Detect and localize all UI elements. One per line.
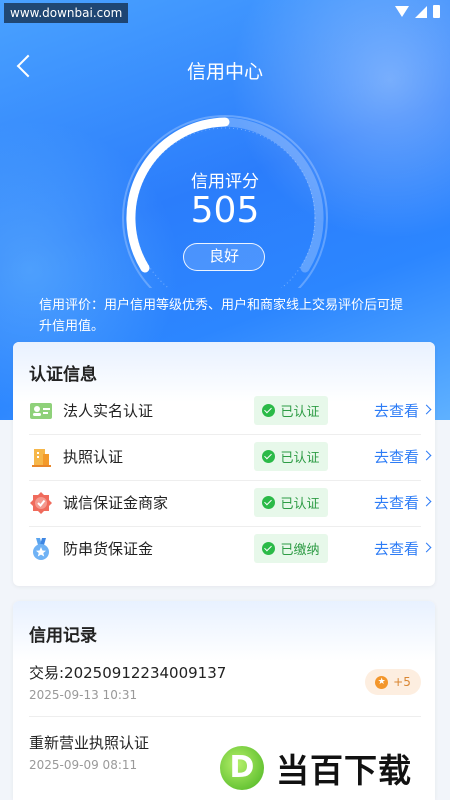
points-badge: ★ +5: [365, 669, 421, 695]
status-bar: www.downbai.com: [0, 0, 450, 26]
record-time: 2025-09-13 10:31: [29, 688, 138, 702]
view-link[interactable]: 去查看: [374, 538, 419, 559]
auth-row-anti-diversion[interactable]: 防串货保证金 已缴纳 去查看: [29, 526, 432, 572]
nav-bar: 信用中心: [0, 44, 450, 94]
brand-text: 当百下载: [276, 751, 412, 790]
chevron-right-icon: [421, 404, 432, 415]
check-icon: [262, 542, 276, 555]
status-icons: [395, 5, 440, 18]
divider: [29, 716, 421, 717]
record-title: 重新营业执照认证: [29, 734, 150, 752]
signal-icon: [415, 5, 427, 18]
auth-label: 法人实名认证: [63, 402, 154, 420]
wifi-icon: [395, 6, 409, 17]
score-description: 信用评价：用户信用等级优秀、用户和商家线上交易评价后可提升信用值。: [39, 298, 404, 334]
chevron-right-icon: [421, 450, 432, 461]
chevron-right-icon: [421, 542, 432, 553]
star-coin-icon: ★: [375, 675, 389, 689]
brand-logo-icon: D: [220, 746, 264, 790]
record-item[interactable]: 交易:20250912234009137 2025-09-13 10:31 ★ …: [29, 659, 421, 715]
id-card-icon: [30, 403, 52, 419]
status-badge: 已认证: [254, 488, 328, 517]
check-icon: [262, 496, 276, 509]
status-badge: 已认证: [254, 396, 328, 425]
auth-row-license[interactable]: 执照认证 已认证 去查看: [29, 434, 432, 481]
score-value: 505: [190, 190, 260, 231]
record-title: 交易:20250912234009137: [29, 664, 227, 682]
watermark-text: www.downbai.com: [4, 3, 129, 23]
auth-info-card: 认证信息 法人实名认证 已认证 去查看 执照认证 已认证 去查看 诚信保证金商家…: [13, 342, 435, 586]
auth-label: 防串货保证金: [63, 540, 154, 558]
view-link[interactable]: 去查看: [374, 492, 419, 513]
auth-row-guarantee[interactable]: 诚信保证金商家 已认证 去查看: [29, 480, 432, 527]
page-title: 信用中心: [186, 61, 263, 83]
guarantee-badge-icon: [30, 492, 52, 514]
brand-watermark: D 当百下载: [220, 740, 450, 796]
score-level-badge: 良好: [183, 243, 265, 271]
auth-row-legal-person[interactable]: 法人实名认证 已认证 去查看: [29, 388, 432, 435]
check-icon: [262, 450, 276, 463]
view-link[interactable]: 去查看: [374, 400, 419, 421]
battery-icon: [433, 5, 440, 18]
section-title: 信用记录: [29, 626, 97, 646]
license-building-icon: [32, 449, 51, 467]
auth-label: 执照认证: [63, 448, 124, 466]
section-title: 认证信息: [29, 365, 97, 385]
status-badge: 已认证: [254, 442, 328, 471]
score-label: 信用评分: [191, 172, 259, 192]
view-link[interactable]: 去查看: [374, 446, 419, 467]
status-badge: 已缴纳: [254, 534, 328, 563]
record-time: 2025-09-09 08:11: [29, 758, 138, 772]
medal-icon: [33, 538, 49, 560]
chevron-right-icon: [421, 496, 432, 507]
auth-label: 诚信保证金商家: [63, 494, 169, 512]
check-icon: [262, 404, 276, 417]
